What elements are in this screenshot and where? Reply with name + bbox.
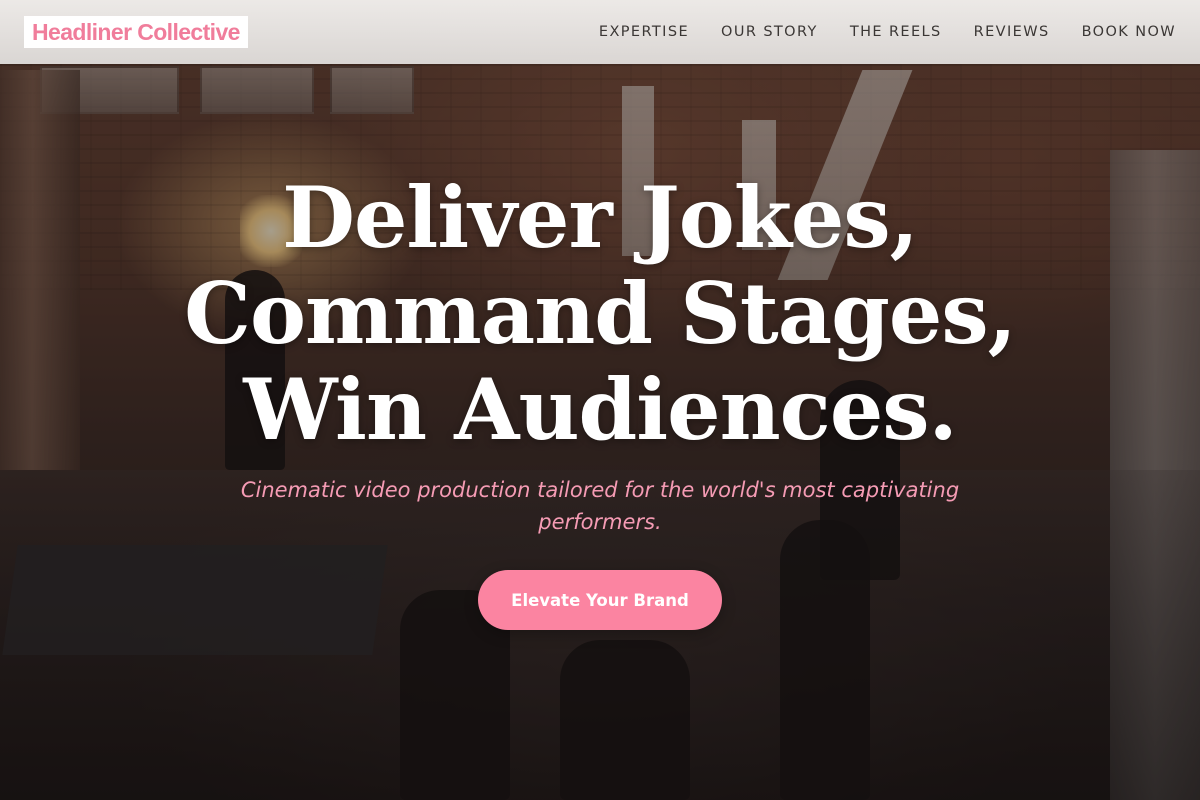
hero-section: Deliver Jokes, Command Stages, Win Audie… [0, 170, 1200, 630]
main-nav: EXPERTISE OUR STORY THE REELS REVIEWS BO… [599, 0, 1176, 64]
hero-subheadline: Cinematic video production tailored for … [240, 478, 960, 534]
nav-link-book-now[interactable]: BOOK NOW [1082, 24, 1176, 40]
cta-button[interactable]: Elevate Your Brand [478, 570, 722, 630]
logo[interactable]: Headliner Collective [24, 16, 248, 48]
headline-line: Deliver Jokes, [282, 168, 919, 267]
nav-link-reviews[interactable]: REVIEWS [974, 24, 1050, 40]
site-header: Headliner Collective EXPERTISE OUR STORY… [0, 0, 1200, 64]
nav-link-the-reels[interactable]: THE REELS [850, 24, 942, 40]
headline-line: Win Audiences. [243, 360, 958, 459]
headline-line: Command Stages, [184, 264, 1017, 363]
nav-link-our-story[interactable]: OUR STORY [721, 24, 818, 40]
nav-link-expertise[interactable]: EXPERTISE [599, 24, 689, 40]
hero-headline: Deliver Jokes, Command Stages, Win Audie… [150, 170, 1050, 458]
